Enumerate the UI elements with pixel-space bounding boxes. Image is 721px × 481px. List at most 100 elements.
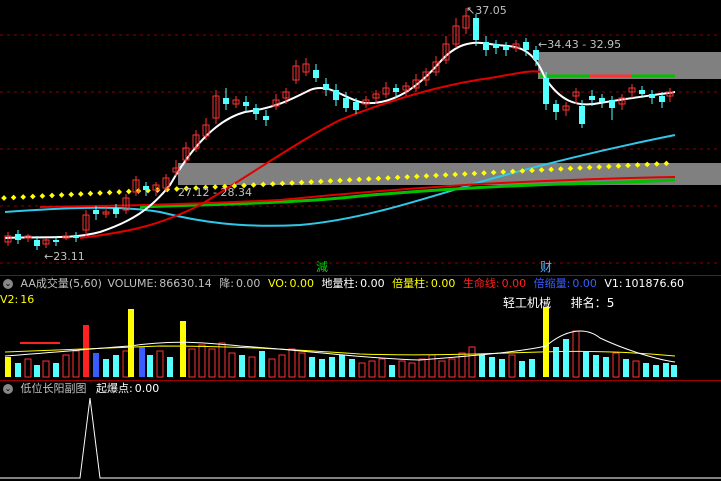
volume-bar (583, 351, 589, 377)
volume-bar (643, 363, 649, 377)
vo-label: VO: (267, 277, 288, 290)
dot-marker (116, 189, 123, 195)
candle-body (589, 96, 595, 100)
signal-panel-title: 低位长阳副图 (20, 382, 87, 395)
volume-bar (15, 363, 21, 377)
signal-spike-line (0, 397, 721, 479)
ground-label: 地量柱: (321, 277, 359, 290)
volume-bar (623, 359, 629, 377)
shrink-label: 倍缩量: (533, 277, 571, 290)
dot-marker (97, 190, 103, 196)
candle-body (313, 70, 319, 78)
low-label: ←23.11 (44, 250, 85, 263)
double-label: 倍量柱: (392, 277, 429, 290)
candle-body (15, 234, 21, 240)
dot-marker (1, 195, 7, 201)
arrow-icon: ← (538, 38, 548, 51)
volume-bar (268, 358, 276, 378)
volume-bar (398, 360, 406, 378)
volume-bar (479, 355, 485, 377)
volume-bar (632, 360, 640, 378)
volume-value: 86630.14 (159, 277, 212, 290)
volume-bar (553, 347, 559, 377)
volume-bar (198, 344, 206, 378)
ma10-line (79, 70, 541, 239)
candle-body (609, 100, 615, 108)
volume-bar (113, 355, 119, 377)
candle-body (73, 236, 79, 238)
volume-ma-short (4, 330, 676, 363)
candle-body (243, 102, 249, 106)
ground-value: 0.00 (360, 277, 385, 290)
volume-bar (358, 362, 366, 378)
arrow-icon: ← (44, 250, 54, 263)
volume-bar (239, 355, 245, 377)
v2-value: 16 (20, 293, 35, 306)
volume-bar (248, 356, 256, 378)
candle-body (223, 98, 229, 104)
volume-bar (139, 347, 145, 377)
candle-body (483, 42, 489, 50)
volume-bar (180, 321, 186, 377)
candle-body (343, 98, 349, 108)
volume-bar (122, 350, 130, 378)
candle-body (543, 78, 549, 104)
candle-body (473, 18, 479, 40)
candle-body (553, 104, 559, 112)
volume-bar (408, 362, 416, 378)
volume-bar (62, 354, 70, 378)
candle-body (53, 240, 59, 242)
volume-bar (499, 359, 505, 377)
volume-bar (349, 359, 355, 377)
rank-label: 排名： (570, 296, 607, 310)
volume-bar (378, 358, 386, 378)
volume-bar (147, 355, 153, 377)
volume-bar (438, 360, 446, 378)
marker-wealth: 财 (540, 260, 553, 274)
volume-bar (489, 357, 495, 377)
volume-bar (309, 357, 315, 377)
volume-bar (278, 354, 286, 378)
candle-body (353, 102, 359, 110)
volume-bar (653, 365, 659, 377)
volume-bar (319, 359, 325, 377)
candle-body (93, 210, 99, 214)
v2-label: V2: (0, 293, 19, 306)
candle-body (579, 106, 585, 124)
double-value: 0.00 (430, 277, 456, 290)
volume-bar (128, 309, 134, 377)
collapse-icon[interactable]: ⌄ (3, 384, 13, 394)
volume-bar (259, 351, 265, 377)
candle-body (599, 98, 605, 102)
industry-name: 轻工机械 (503, 296, 552, 310)
candle-body (393, 88, 399, 92)
volume-bar (368, 360, 376, 378)
volume-bar (298, 352, 306, 378)
price-high-label: ↖37.05 (466, 4, 507, 17)
signal-panel-header: ⌄ 低位长阳副图 起爆点: 0.00 (0, 380, 721, 397)
candle-body (649, 94, 655, 98)
volume-bar (593, 355, 599, 377)
volume-bar (389, 365, 395, 377)
volume-bar (329, 357, 335, 377)
volume-bar (572, 330, 580, 378)
support-label: 27.12 - 28.34 (178, 186, 252, 199)
volume-bar (418, 358, 426, 378)
volume-bar (519, 361, 525, 377)
dot-marker (125, 188, 132, 195)
volume-bar (42, 360, 50, 378)
candle-body (523, 42, 529, 50)
volume-bar (529, 359, 535, 377)
volume-bar (167, 357, 173, 377)
volume-bar (208, 348, 216, 378)
volume-bar (428, 354, 436, 378)
volume-bar (24, 358, 32, 378)
collapse-icon[interactable]: ⌄ (3, 279, 13, 289)
candle-body (113, 208, 119, 214)
dot-marker (10, 194, 17, 201)
volume-bar (508, 354, 516, 378)
dot-marker (77, 191, 84, 197)
volume-bar (156, 350, 164, 378)
volume-bar (83, 325, 89, 377)
candle-body (323, 84, 329, 90)
